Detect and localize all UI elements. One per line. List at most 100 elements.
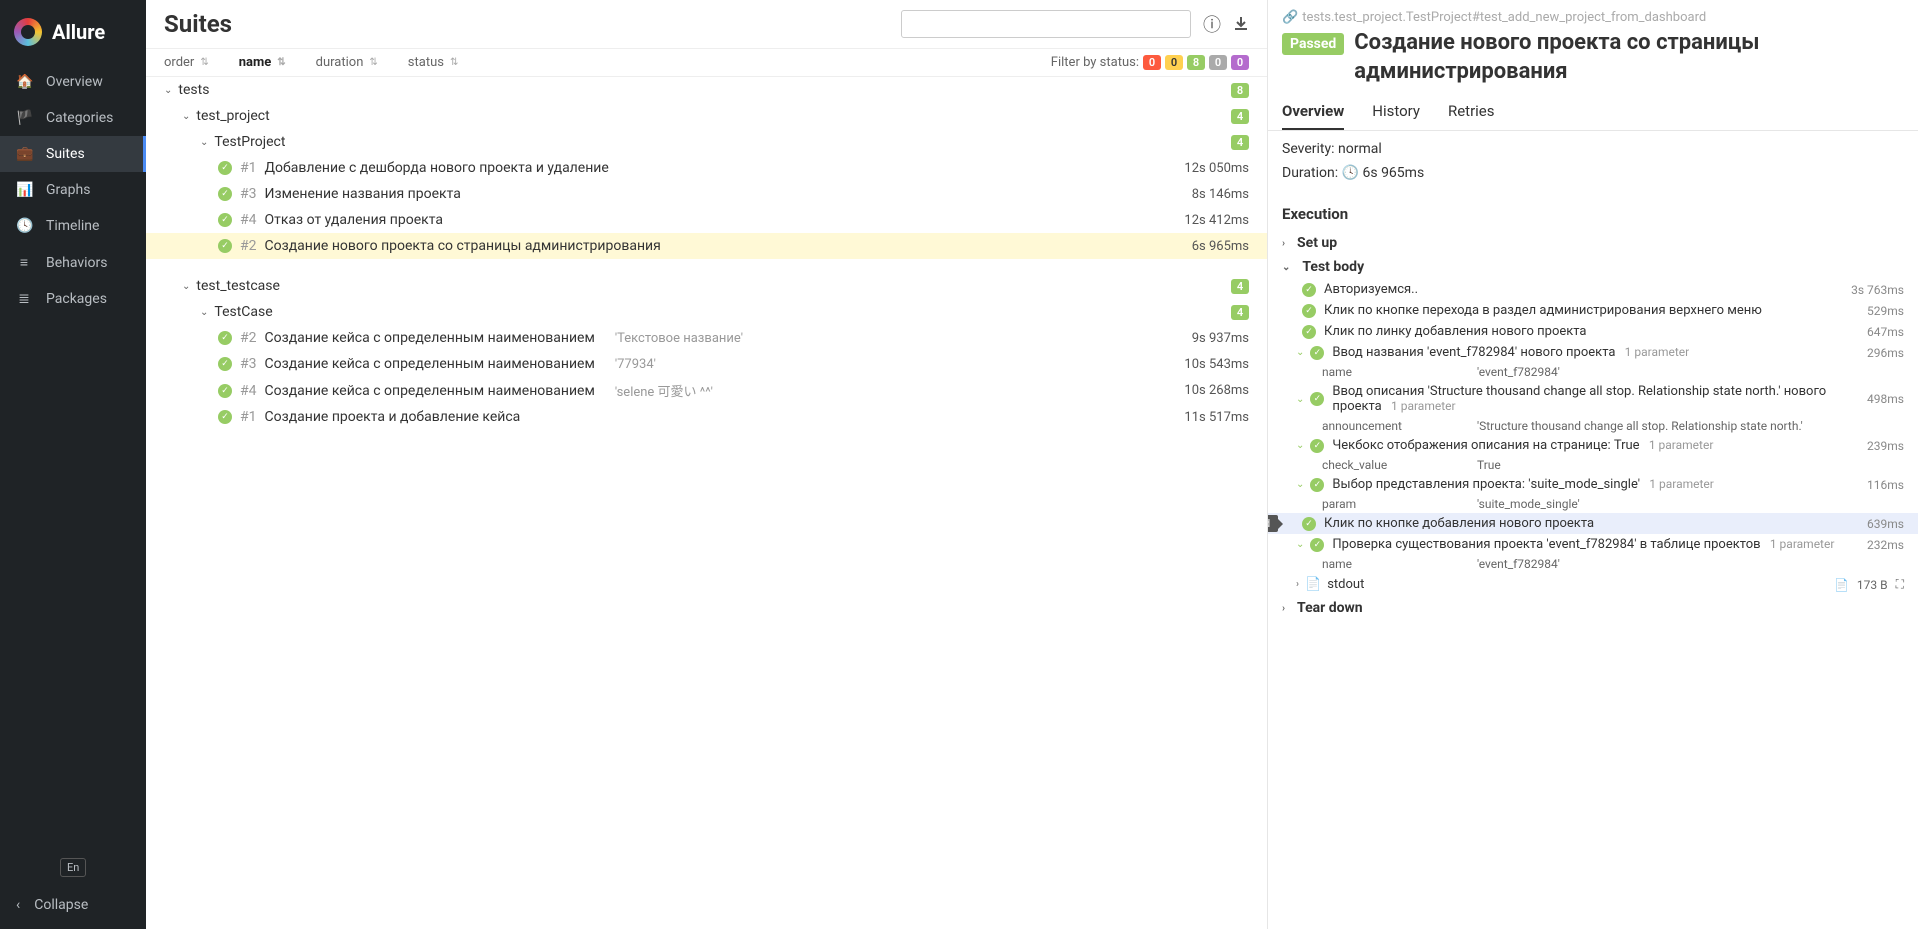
logo[interactable]: Allure	[0, 0, 146, 64]
step-row[interactable]: ✓Клик по линку добавления нового проекта…	[1282, 321, 1904, 342]
filter-broken[interactable]: 0	[1165, 55, 1183, 70]
step-parameter: name'event_f782984'	[1282, 555, 1904, 573]
suites-panel: Suites ⓘ order⇅ name⇅ duration⇅ status⇅ …	[146, 0, 1268, 929]
clock-icon: 🕓	[16, 218, 32, 234]
expand-icon[interactable]: ⛶	[1896, 577, 1904, 592]
tree-test[interactable]: ✓#3Создание кейса с определенным наимено…	[146, 351, 1267, 377]
attachment-row[interactable]: › 📄 stdout 📄 173 B ⛶	[1282, 573, 1904, 596]
tree-test[interactable]: ✓#3Изменение названия проекта8s 146ms	[146, 181, 1267, 207]
step-parameter: announcement'Structure thousand change a…	[1282, 417, 1904, 435]
list-icon: ≡	[16, 254, 32, 271]
app-name: Allure	[52, 20, 105, 44]
language-selector[interactable]: En	[60, 858, 86, 877]
filter-label: Filter by status:	[1051, 55, 1139, 70]
chevron-right-icon: ›	[1282, 238, 1285, 249]
step-row[interactable]: ⌄✓Проверка существования проекта 'event_…	[1282, 534, 1904, 555]
step-row[interactable]: ⌄✓Чекбокс отображения описания на страни…	[1282, 435, 1904, 456]
status-tooltip: Passed	[1268, 515, 1278, 532]
col-status[interactable]: status⇅	[408, 55, 459, 70]
tab-history[interactable]: History	[1372, 94, 1420, 130]
tree-test[interactable]: ✓#2Создание кейса с определенным наимено…	[146, 325, 1267, 351]
testbody-section[interactable]: ⌄ Test body	[1282, 255, 1904, 279]
nav-item-categories[interactable]: 🏴Categories	[0, 100, 146, 136]
execution-title: Execution	[1282, 205, 1904, 223]
tree-test[interactable]: ✓#2Создание нового проекта со страницы а…	[146, 233, 1267, 259]
step-row[interactable]: ⌄✓Ввод описания 'Structure thousand chan…	[1282, 381, 1904, 417]
chevron-down-icon: ⌄	[200, 137, 208, 148]
step-parameter: check_valueTrue	[1282, 456, 1904, 474]
tab-retries[interactable]: Retries	[1448, 94, 1495, 130]
passed-icon: ✓	[218, 410, 232, 424]
nav-item-overview[interactable]: 🏠Overview	[0, 64, 146, 100]
severity-row: Severity: normal	[1282, 141, 1904, 157]
passed-icon: ✓	[1302, 283, 1316, 297]
tree-test[interactable]: ✓#1Создание проекта и добавление кейса11…	[146, 404, 1267, 430]
home-icon: 🏠	[16, 74, 32, 90]
step-row[interactable]: ✓Клик по кнопке перехода в раздел админи…	[1282, 300, 1904, 321]
nav-item-suites[interactable]: 💼Suites	[0, 136, 146, 172]
chevron-icon: ⌄	[1296, 539, 1304, 550]
passed-icon: ✓	[218, 331, 232, 345]
col-order[interactable]: order⇅	[164, 55, 209, 70]
tree-group[interactable]: ⌄tests8	[146, 77, 1267, 103]
column-headers: order⇅ name⇅ duration⇅ status⇅ Filter by…	[146, 49, 1267, 77]
metadata: Severity: normal Duration: 🕓 6s 965ms	[1268, 131, 1918, 189]
col-name[interactable]: name⇅	[239, 55, 286, 70]
tree-test[interactable]: ✓#4Отказ от удаления проекта12s 412ms	[146, 207, 1267, 233]
step-row[interactable]: ✓Авторизуемся..3s 763ms	[1282, 279, 1904, 300]
step-row[interactable]: ⌄✓Ввод названия 'event_f782984' нового п…	[1282, 342, 1904, 363]
filter-unknown[interactable]: 0	[1231, 55, 1249, 70]
chevron-icon: ⌄	[1296, 479, 1304, 490]
passed-icon: ✓	[1302, 325, 1316, 339]
tree-test[interactable]: ✓#1Добавление с дешборда нового проекта …	[146, 155, 1267, 181]
info-icon[interactable]: ⓘ	[1203, 11, 1221, 37]
count-badge: 4	[1231, 305, 1249, 320]
file-icon: 📄	[1305, 577, 1321, 592]
step-row[interactable]: Passed✓Клик по кнопке добавления нового …	[1268, 513, 1918, 534]
sidebar-bottom: En ‹ Collapse	[0, 848, 146, 929]
col-duration[interactable]: duration⇅	[316, 55, 378, 70]
tab-overview[interactable]: Overview	[1282, 94, 1344, 130]
passed-icon: ✓	[1310, 346, 1324, 360]
tree-group[interactable]: ⌄TestCase4	[146, 299, 1267, 325]
passed-icon: ✓	[218, 213, 232, 227]
passed-icon: ✓	[1310, 538, 1324, 552]
setup-section[interactable]: › Set up	[1282, 231, 1904, 255]
chevron-right-icon: ›	[1296, 579, 1299, 590]
step-parameter: param'suite_mode_single'	[1282, 495, 1904, 513]
passed-icon: ✓	[218, 161, 232, 175]
sort-icon: ⇅	[277, 57, 285, 68]
step-row[interactable]: ⌄✓Выбор представления проекта: 'suite_mo…	[1282, 474, 1904, 495]
count-badge: 8	[1231, 83, 1249, 98]
passed-icon: ✓	[1302, 517, 1316, 531]
nav-item-timeline[interactable]: 🕓Timeline	[0, 208, 146, 244]
search-input[interactable]	[901, 10, 1191, 38]
layers-icon: ≣	[16, 291, 32, 307]
filter-failed[interactable]: 0	[1143, 55, 1161, 70]
status-badge: Passed	[1282, 33, 1344, 55]
nav: 🏠Overview🏴Categories💼Suites📊Graphs🕓Timel…	[0, 64, 146, 848]
filter-passed[interactable]: 8	[1187, 55, 1205, 70]
count-badge: 4	[1231, 135, 1249, 150]
chevron-down-icon: ⌄	[1282, 262, 1290, 273]
link-icon[interactable]: 🔗	[1282, 10, 1298, 25]
tree-test[interactable]: ✓#4Создание кейса с определенным наимено…	[146, 377, 1267, 404]
briefcase-icon: 💼	[16, 146, 32, 162]
teardown-section[interactable]: › Tear down	[1282, 596, 1904, 620]
chevron-down-icon: ⌄	[182, 111, 190, 122]
filter-skipped[interactable]: 0	[1209, 55, 1227, 70]
collapse-label: Collapse	[34, 897, 88, 913]
sort-icon: ⇅	[200, 57, 208, 68]
duration-row: Duration: 🕓 6s 965ms	[1282, 165, 1904, 181]
collapse-sidebar[interactable]: ‹ Collapse	[16, 891, 130, 919]
tree-group[interactable]: ⌄TestProject4	[146, 129, 1267, 155]
chevron-down-icon: ⌄	[164, 85, 172, 96]
sidebar: Allure 🏠Overview🏴Categories💼Suites📊Graph…	[0, 0, 146, 929]
download-icon[interactable]	[1233, 16, 1249, 32]
tree-group[interactable]: ⌄test_project4	[146, 103, 1267, 129]
nav-item-packages[interactable]: ≣Packages	[0, 281, 146, 317]
tree-group[interactable]: ⌄test_testcase4	[146, 273, 1267, 299]
sort-icon: ⇅	[450, 57, 458, 68]
nav-item-graphs[interactable]: 📊Graphs	[0, 172, 146, 208]
nav-item-behaviors[interactable]: ≡Behaviors	[0, 244, 146, 281]
